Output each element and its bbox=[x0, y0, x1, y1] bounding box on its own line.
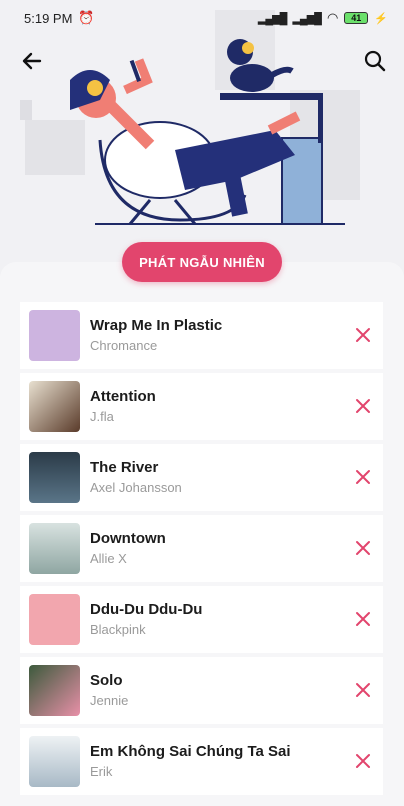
battery-icon: 41 bbox=[344, 12, 369, 24]
song-artist: J.fla bbox=[90, 409, 114, 424]
remove-icon[interactable] bbox=[354, 681, 372, 699]
remove-icon[interactable] bbox=[354, 397, 372, 415]
song-title: Em Không Sai Chúng Ta Sai bbox=[90, 743, 291, 760]
song-title: Wrap Me In Plastic bbox=[90, 317, 223, 334]
song-list: Wrap Me In Plastic Chromance Attention J… bbox=[20, 302, 383, 799]
status-time: 5:19 PM bbox=[24, 10, 73, 26]
song-artist: Allie X bbox=[90, 551, 127, 566]
charging-icon: ⚡ bbox=[374, 12, 388, 25]
song-title: Downtown bbox=[90, 530, 166, 547]
remove-icon[interactable] bbox=[354, 326, 372, 344]
album-art bbox=[29, 381, 80, 432]
album-art bbox=[29, 594, 80, 645]
song-artist: Chromance bbox=[90, 338, 158, 353]
remove-icon[interactable] bbox=[354, 752, 372, 770]
list-item[interactable]: Wrap Me In Plastic Chromance bbox=[20, 302, 383, 369]
alarm-icon: ⏰ bbox=[78, 10, 95, 25]
status-bar: 5:19 PM ⏰ ▂▄▆█ ▂▄▆█ ◠ 41 ⚡ bbox=[0, 0, 404, 36]
back-button[interactable] bbox=[17, 46, 47, 76]
song-title: Solo bbox=[90, 672, 123, 689]
remove-icon[interactable] bbox=[354, 468, 372, 486]
remove-icon[interactable] bbox=[354, 610, 372, 628]
album-art bbox=[29, 452, 80, 503]
song-title: Attention bbox=[90, 388, 156, 405]
album-art bbox=[29, 523, 80, 574]
wifi-icon: ◠ bbox=[326, 10, 339, 25]
list-item[interactable]: Em Không Sai Chúng Ta Sai Erik bbox=[20, 728, 383, 795]
list-item[interactable]: Attention J.fla bbox=[20, 373, 383, 440]
search-button[interactable] bbox=[360, 46, 390, 76]
search-icon bbox=[364, 50, 386, 72]
arrow-left-icon bbox=[22, 52, 42, 70]
album-art bbox=[29, 665, 80, 716]
shuffle-play-button[interactable]: PHÁT NGẪU NHIÊN bbox=[122, 242, 282, 282]
song-artist: Axel Johansson bbox=[90, 480, 182, 495]
song-title: Ddu-Du Ddu-Du bbox=[90, 601, 203, 618]
song-title: The River bbox=[90, 459, 159, 476]
list-item[interactable]: Downtown Allie X bbox=[20, 515, 383, 582]
song-artist: Blackpink bbox=[90, 622, 146, 637]
list-item[interactable]: Ddu-Du Ddu-Du Blackpink bbox=[20, 586, 383, 653]
song-artist: Jennie bbox=[90, 693, 129, 708]
album-art bbox=[29, 310, 80, 361]
remove-icon[interactable] bbox=[354, 539, 372, 557]
list-item[interactable]: The River Axel Johansson bbox=[20, 444, 383, 511]
album-art bbox=[29, 736, 80, 787]
signal-icon: ▂▄▆█ bbox=[257, 12, 287, 25]
song-artist: Erik bbox=[90, 764, 113, 779]
signal-icon: ▂▄▆█ bbox=[292, 12, 321, 25]
list-item[interactable]: Solo Jennie bbox=[20, 657, 383, 724]
